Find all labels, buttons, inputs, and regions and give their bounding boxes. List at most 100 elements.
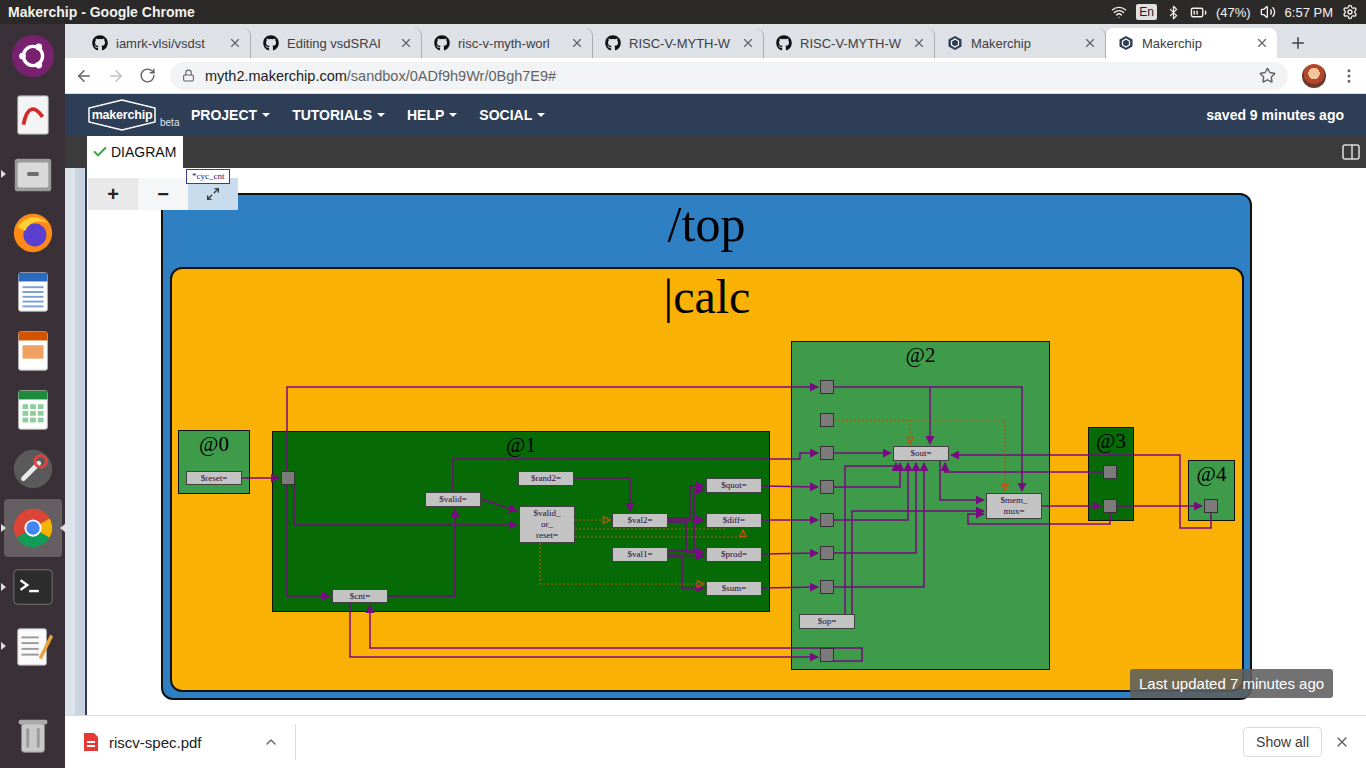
dock-item[interactable] xyxy=(4,27,62,85)
clock[interactable]: 6:57 PM xyxy=(1285,5,1333,20)
forward-button[interactable] xyxy=(107,67,125,85)
dock-item[interactable] xyxy=(4,706,62,764)
menu-item[interactable]: PROJECT xyxy=(191,107,270,123)
stage-pin[interactable] xyxy=(1103,465,1117,479)
dock-item[interactable] xyxy=(4,617,62,675)
back-button[interactable] xyxy=(75,67,93,85)
signal-node[interactable]: $valid= xyxy=(425,492,481,507)
menu-item[interactable]: HELP xyxy=(407,107,457,123)
terminal-icon xyxy=(10,564,56,610)
browser-tab[interactable]: risc-v-myth-worl xyxy=(422,28,593,58)
dock-item[interactable] xyxy=(4,440,62,498)
makerchip-logo[interactable]: makerchipbeta xyxy=(87,98,191,132)
browser-tab[interactable]: iamrk-vlsi/vsdst xyxy=(80,28,251,58)
stage-pin[interactable] xyxy=(820,513,834,527)
tab-close-button[interactable] xyxy=(399,36,413,50)
signal-node[interactable]: $cnt= xyxy=(332,589,388,603)
show-all-button[interactable]: Show all xyxy=(1243,727,1322,757)
wire xyxy=(668,490,704,551)
profile-avatar[interactable] xyxy=(1302,64,1326,88)
tab-label: iamrk-vlsi/vsdst xyxy=(116,36,220,51)
stage-pin[interactable] xyxy=(820,446,834,460)
stage-pin[interactable] xyxy=(281,471,295,485)
dock-item[interactable] xyxy=(4,204,62,262)
signal-node[interactable]: $sum= xyxy=(706,581,762,596)
menu-item[interactable]: TUTORIALS xyxy=(292,107,385,123)
signal-node[interactable]: $val1= xyxy=(612,547,668,562)
wire xyxy=(762,519,818,521)
bookmark-star-icon[interactable] xyxy=(1259,67,1276,84)
stage-pin[interactable] xyxy=(820,546,834,560)
signal-node[interactable]: $mem_ mux= xyxy=(986,493,1042,519)
tab-close-button[interactable] xyxy=(1255,36,1269,50)
download-item[interactable]: riscv-spec.pdf xyxy=(83,724,296,760)
signal-node[interactable]: $reset= xyxy=(186,471,242,485)
dock-item[interactable] xyxy=(4,86,62,144)
tab-close-button[interactable] xyxy=(912,36,926,50)
browser-tab[interactable]: Editing vsdSRAI xyxy=(251,28,422,58)
dock-item[interactable] xyxy=(4,558,62,616)
settings-icon xyxy=(10,446,56,492)
chevron-up-icon[interactable] xyxy=(263,734,279,750)
wire xyxy=(930,387,1022,491)
trash-icon xyxy=(10,712,56,758)
signal-node[interactable]: $rand2= xyxy=(518,471,574,486)
dock-item[interactable] xyxy=(4,145,62,203)
impress-icon xyxy=(10,328,56,374)
bluetooth-icon[interactable] xyxy=(1166,5,1181,20)
browser-tab[interactable]: RISC-V-MYTH-W xyxy=(764,28,935,58)
signal-node[interactable]: $val2= xyxy=(612,513,668,528)
stage-pin[interactable] xyxy=(820,380,834,394)
battery-icon[interactable] xyxy=(1190,4,1207,21)
zoom-in-button[interactable]: + xyxy=(88,178,138,210)
stage-pin[interactable] xyxy=(1204,499,1218,513)
stage-pin[interactable] xyxy=(820,413,834,427)
wire xyxy=(945,463,1103,472)
dock-item[interactable] xyxy=(4,322,62,380)
dock-item[interactable] xyxy=(4,499,62,557)
tab-close-button[interactable] xyxy=(228,36,242,50)
signal-node[interactable]: $out= xyxy=(893,446,949,461)
github-icon xyxy=(263,35,279,51)
browser-tab[interactable]: Makerchip xyxy=(1106,28,1277,58)
stage-pin[interactable] xyxy=(820,580,834,594)
signal-node[interactable]: $valid_ or_ reset= xyxy=(519,506,575,543)
split-view-button[interactable] xyxy=(1342,144,1360,160)
check-icon xyxy=(92,144,108,160)
signal-node[interactable]: $quot= xyxy=(706,478,762,493)
dock-item[interactable] xyxy=(4,263,62,321)
menu-item[interactable]: SOCIAL xyxy=(479,107,545,123)
browser-tab[interactable]: RISC-V-MYTH-W xyxy=(593,28,764,58)
github-icon xyxy=(605,35,621,51)
wire xyxy=(834,387,930,444)
new-tab-button[interactable] xyxy=(1277,28,1319,58)
ubuntu-icon xyxy=(10,33,56,79)
volume-icon[interactable] xyxy=(1260,4,1276,20)
stage-pin[interactable] xyxy=(820,480,834,494)
wire xyxy=(242,477,279,479)
system-menu-icon[interactable] xyxy=(1342,4,1358,20)
language-indicator[interactable]: En xyxy=(1136,4,1157,20)
tab-close-button[interactable] xyxy=(741,36,755,50)
tab-close-button[interactable] xyxy=(570,36,584,50)
address-bar[interactable]: myth2.makerchip.com/sandbox/0ADf9h9Wr/0B… xyxy=(170,62,1288,90)
tab-close-button[interactable] xyxy=(1083,36,1097,50)
wifi-icon[interactable] xyxy=(1111,4,1127,20)
signal-tooltip: *cyc_cnt xyxy=(186,169,230,184)
signal-node[interactable]: $diff= xyxy=(706,513,762,528)
dock-item[interactable] xyxy=(4,381,62,439)
stage-pin[interactable] xyxy=(1103,499,1117,513)
browser-menu-button[interactable] xyxy=(1340,67,1358,85)
diagram-canvas[interactable]: /top|calc@0@1@2@3@4$reset=$valid=$rand2=… xyxy=(87,168,1366,715)
signal-node[interactable]: $op= xyxy=(799,614,855,629)
close-icon xyxy=(1334,734,1350,750)
makerchip-icon xyxy=(1118,35,1134,51)
stage-pin[interactable] xyxy=(820,648,834,662)
wire xyxy=(834,452,891,454)
diagram-tab[interactable]: DIAGRAM xyxy=(87,136,183,168)
zoom-out-button[interactable]: − xyxy=(138,178,188,210)
signal-node[interactable]: $prod= xyxy=(706,547,762,562)
browser-tab[interactable]: Makerchip xyxy=(935,28,1106,58)
reload-button[interactable] xyxy=(139,67,156,84)
close-download-bar-button[interactable] xyxy=(1334,734,1350,750)
